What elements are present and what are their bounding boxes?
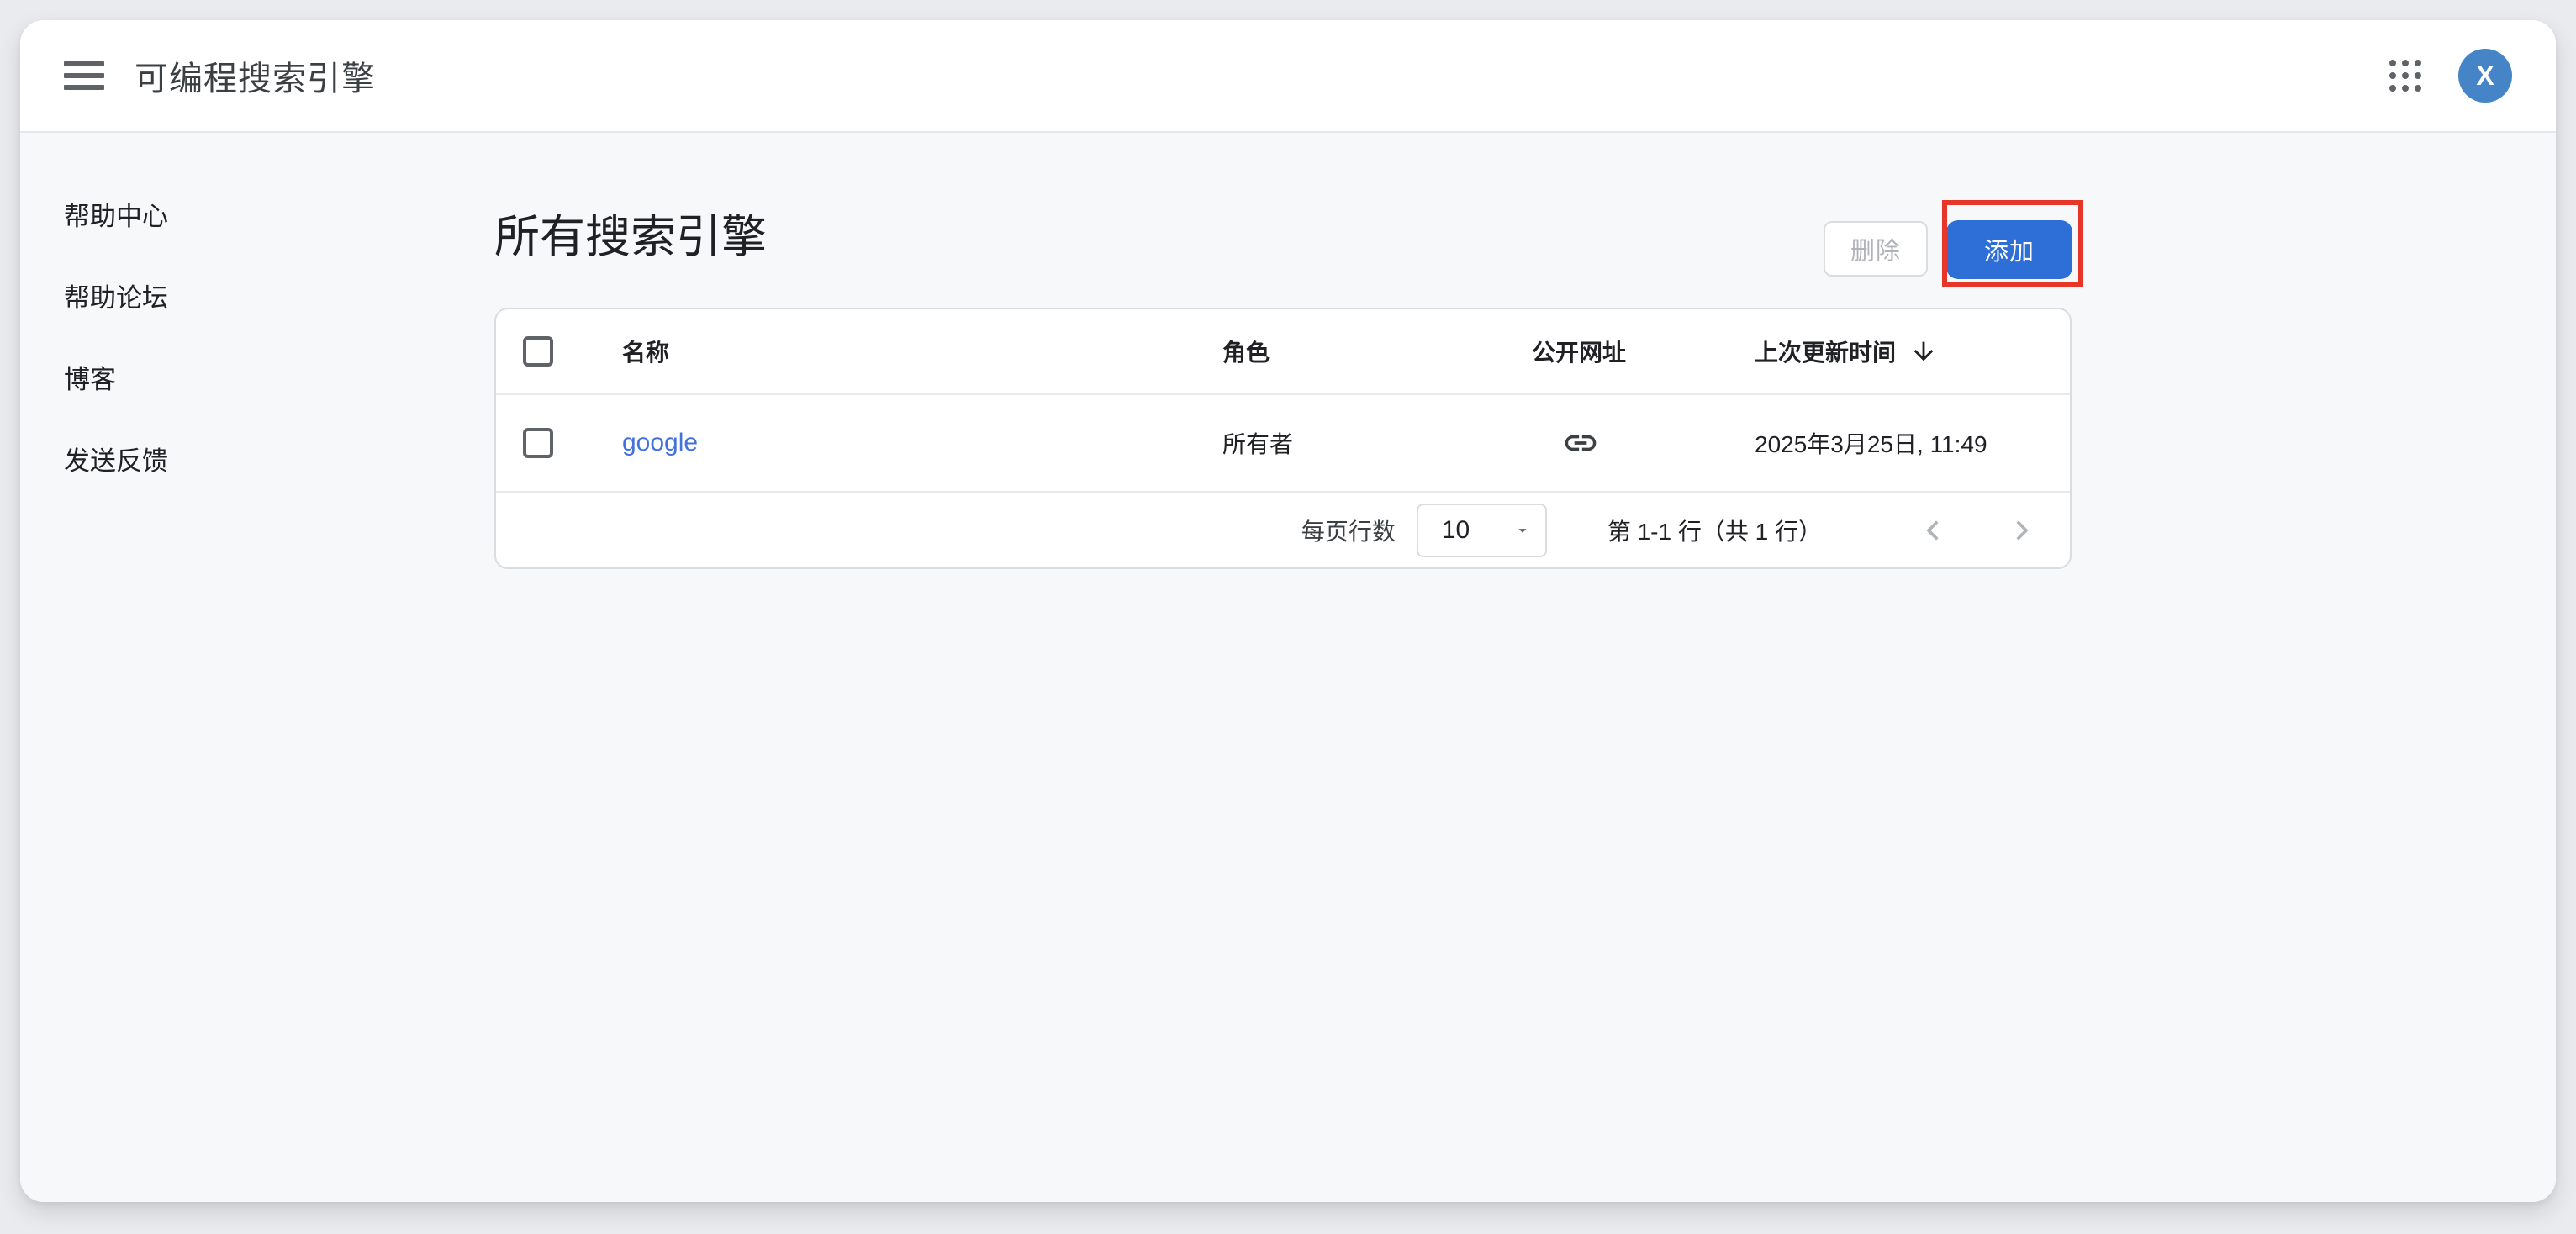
rows-per-page-value: 10	[1442, 516, 1470, 545]
column-header-url[interactable]: 公开网址	[1532, 335, 1755, 368]
chevron-left-icon[interactable]	[1915, 512, 1952, 549]
rows-per-page-select[interactable]: 10	[1417, 504, 1547, 557]
sidebar-item-help-center[interactable]: 帮助中心	[64, 197, 168, 230]
header-checkbox-cell	[496, 336, 622, 367]
chevron-right-icon[interactable]	[2003, 512, 2040, 549]
row-name-cell: google	[622, 429, 1222, 457]
pagination-range-text: 第 1-1 行（共 1 行）	[1607, 514, 1822, 547]
content-area: 帮助中心 帮助论坛 博客 发送反馈 所有搜索引擎 删除 添加 名称 角色 公开网…	[20, 133, 2556, 1202]
role-value: 所有者	[1222, 426, 1293, 460]
sidebar-item-send-feedback[interactable]: 发送反馈	[64, 441, 168, 475]
table-header-row: 名称 角色 公开网址 上次更新时间	[496, 309, 2070, 395]
hamburger-menu-icon[interactable]	[64, 61, 104, 90]
top-app-bar: 可编程搜索引擎 X	[20, 20, 2556, 133]
row-url-cell	[1532, 425, 1755, 461]
row-checkbox-cell	[496, 428, 622, 458]
table-row: google 所有者 2025年3月25日, 11:49	[496, 395, 2070, 493]
avatar[interactable]: X	[2458, 49, 2512, 103]
sidebar-item-help-forum[interactable]: 帮助论坛	[64, 278, 168, 312]
column-header-updated[interactable]: 上次更新时间	[1755, 335, 2070, 368]
link-icon[interactable]	[1562, 425, 1599, 461]
app-window: 可编程搜索引擎 X 帮助中心 帮助论坛 博客 发送反馈 所有搜索引擎 删除 添加	[20, 20, 2556, 1202]
app-title: 可编程搜索引擎	[135, 51, 376, 100]
apps-grid-icon[interactable]	[2389, 60, 2421, 92]
delete-button[interactable]: 删除	[1824, 221, 1928, 277]
column-header-name[interactable]: 名称	[622, 335, 1222, 368]
row-updated-cell: 2025年3月25日, 11:49	[1755, 426, 2070, 460]
dropdown-caret-icon	[1513, 521, 1532, 540]
page-title: 所有搜索引擎	[494, 212, 767, 262]
rows-per-page-label: 每页行数	[1301, 514, 1396, 547]
row-checkbox[interactable]	[523, 428, 553, 458]
sort-descending-arrow-icon[interactable]	[1909, 337, 1938, 366]
engine-name-link[interactable]: google	[622, 429, 698, 457]
updated-value: 2025年3月25日, 11:49	[1755, 426, 1987, 460]
row-role-cell: 所有者	[1222, 426, 1532, 460]
sidebar-item-blog[interactable]: 博客	[64, 360, 116, 393]
table-pagination: 每页行数 10 第 1-1 行（共 1 行）	[496, 493, 2070, 567]
column-header-updated-label: 上次更新时间	[1755, 335, 1896, 368]
column-header-role[interactable]: 角色	[1222, 335, 1532, 368]
add-button[interactable]: 添加	[1946, 220, 2072, 279]
select-all-checkbox[interactable]	[523, 336, 553, 367]
search-engines-table: 名称 角色 公开网址 上次更新时间 google	[494, 308, 2072, 569]
